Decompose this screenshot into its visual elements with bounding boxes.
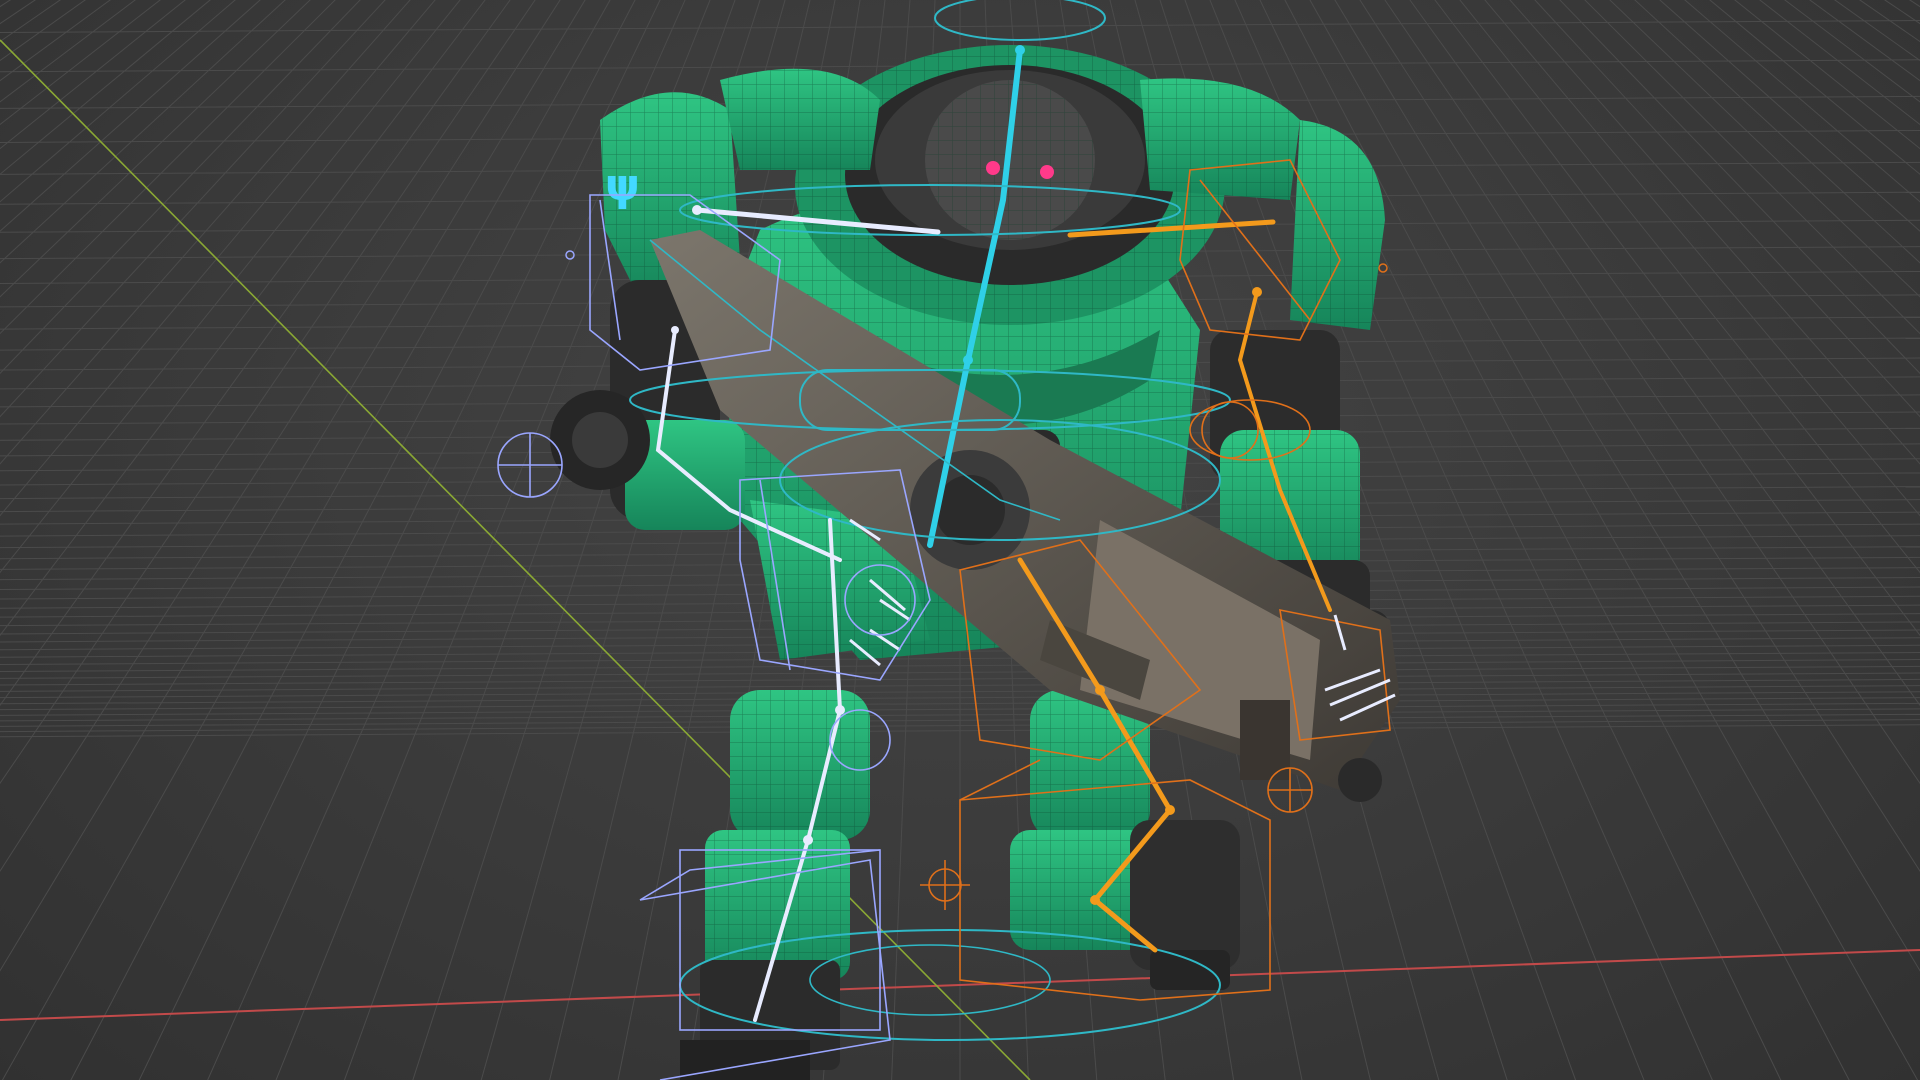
mech-model[interactable]: ψ xyxy=(550,45,1400,1080)
3d-viewport[interactable]: ψ xyxy=(0,0,1920,1080)
shoulder-emblem-icon: ψ xyxy=(605,160,640,211)
left-leg[interactable] xyxy=(680,690,870,1080)
left-eye xyxy=(986,161,1000,175)
viewport-canvas[interactable]: ψ xyxy=(0,0,1920,1080)
right-eye xyxy=(1040,165,1054,179)
